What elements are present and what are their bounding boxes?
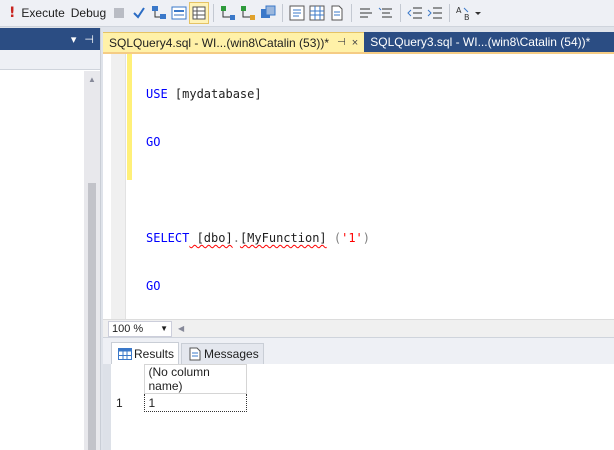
grid-cell[interactable]: 1: [143, 393, 247, 412]
tab-results-label: Results: [134, 346, 175, 361]
tab-pin-icon[interactable]: ⊣: [337, 37, 346, 48]
results-to-text-icon[interactable]: [287, 2, 307, 24]
sql-keyword: GO: [146, 279, 161, 293]
sql-function-name: [MyFunction]: [239, 231, 327, 245]
column-header[interactable]: (No column name): [143, 364, 247, 394]
uncomment-lines-icon[interactable]: [376, 2, 396, 24]
sql-keyword: GO: [146, 135, 161, 149]
tab-results[interactable]: Results: [111, 342, 180, 365]
sql-paren-open: (: [326, 231, 342, 245]
toolbar-separator: [351, 4, 353, 22]
grid-icon: [116, 343, 134, 365]
messages-icon: [186, 343, 204, 365]
editor-margin: [111, 54, 126, 319]
parse-check-icon[interactable]: [129, 2, 149, 24]
toolbar-separator: [282, 4, 284, 22]
tab-messages[interactable]: Messages: [181, 343, 264, 364]
scroll-up-icon[interactable]: ▲: [84, 71, 100, 87]
client-statistics-icon[interactable]: [258, 2, 278, 24]
tab-close-icon[interactable]: ×: [352, 37, 358, 49]
panel-pin-icon[interactable]: ⊣: [84, 33, 94, 46]
change-tracking-margin: [127, 54, 132, 180]
toolbar-overflow-icon[interactable]: [474, 2, 482, 24]
grid-corner[interactable]: [112, 364, 144, 394]
results-tab-bar: Results Messages: [103, 337, 614, 364]
code-line: GO: [146, 134, 370, 150]
row-number[interactable]: 1: [112, 394, 144, 412]
sql-identifier: [mydatabase]: [167, 87, 262, 101]
scroll-left-icon[interactable]: ◀: [178, 324, 184, 333]
svg-text:A: A: [456, 6, 462, 15]
sql-keyword: USE: [146, 87, 168, 101]
include-actual-plan-icon[interactable]: [218, 2, 238, 24]
chevron-down-icon[interactable]: ▼: [160, 324, 168, 333]
tab-messages-label: Messages: [204, 347, 259, 361]
zoom-select[interactable]: 100 % ▼: [108, 320, 172, 337]
toolbar-separator: [400, 4, 402, 22]
tab-sqlquery3[interactable]: SQLQuery3.sql - WI...(win8\Catalin (54))…: [364, 32, 596, 52]
object-explorer-panel: ▾ ⊣ ▲: [0, 28, 101, 450]
query-code[interactable]: USE [mydatabase] GO ​ SELECT [dbo].[MyFu…: [146, 54, 370, 310]
decrease-indent-icon[interactable]: [405, 2, 425, 24]
results-to-grid-alt-icon[interactable]: [307, 2, 327, 24]
increase-indent-icon[interactable]: [425, 2, 445, 24]
svg-text:B: B: [464, 13, 470, 22]
display-estimated-plan-icon[interactable]: [149, 2, 169, 24]
toolbar-separator: [213, 4, 215, 22]
execute-button[interactable]: ! Execute: [6, 2, 68, 24]
query-designer-icon[interactable]: [169, 2, 189, 24]
results-left-bar: [103, 364, 111, 450]
execute-label: Execute: [21, 6, 65, 20]
sql-paren-close: ): [362, 231, 371, 245]
object-explorer-scrollbar[interactable]: ▲: [84, 71, 100, 450]
sql-string: '1': [341, 231, 363, 245]
code-line: GO: [146, 278, 370, 294]
debug-label: Debug: [70, 6, 107, 20]
grid-header-row: (No column name): [112, 364, 247, 394]
results-to-file-icon[interactable]: [327, 2, 347, 24]
table-row: 1 1: [112, 393, 247, 412]
tab-sqlquery4[interactable]: SQLQuery4.sql - WI...(win8\Catalin (53))…: [103, 32, 365, 52]
code-line: USE [mydatabase]: [146, 86, 370, 102]
debug-button[interactable]: Debug: [68, 2, 109, 24]
tab-label: SQLQuery4.sql - WI...(win8\Catalin (53))…: [109, 35, 330, 50]
sql-schema: [dbo]: [189, 231, 233, 245]
sql-keyword: SELECT: [146, 231, 190, 245]
editor-zoom-bar: 100 % ▼ ◀: [103, 319, 614, 337]
zoom-value: 100 %: [112, 322, 144, 335]
sql-dot: .: [232, 231, 240, 245]
stop-icon[interactable]: [109, 2, 129, 24]
object-explorer-toolbar: [0, 50, 100, 70]
code-line: SELECT [dbo].[MyFunction] ('1'): [146, 230, 370, 246]
execute-icon: !: [9, 5, 16, 21]
object-explorer-header: ▾ ⊣: [0, 28, 100, 50]
results-to-grid-icon[interactable]: [189, 2, 210, 24]
toolbar-separator: [449, 4, 451, 22]
scrollbar-thumb[interactable]: [88, 183, 96, 450]
document-tab-bar: SQLQuery4.sql - WI...(win8\Catalin (53))…: [103, 32, 614, 52]
specify-template-values-icon[interactable]: AB: [454, 2, 474, 24]
results-grid: (No column name) 1 1: [112, 364, 247, 412]
query-toolbar: ! Execute Debug A B: [0, 0, 614, 27]
code-line: ​: [146, 182, 370, 198]
tab-label: SQLQuery3.sql - WI...(win8\Catalin (54))…: [370, 35, 591, 49]
comment-lines-icon[interactable]: [356, 2, 376, 24]
panel-dropdown-icon[interactable]: ▾: [71, 33, 77, 46]
live-query-statistics-icon[interactable]: [238, 2, 258, 24]
